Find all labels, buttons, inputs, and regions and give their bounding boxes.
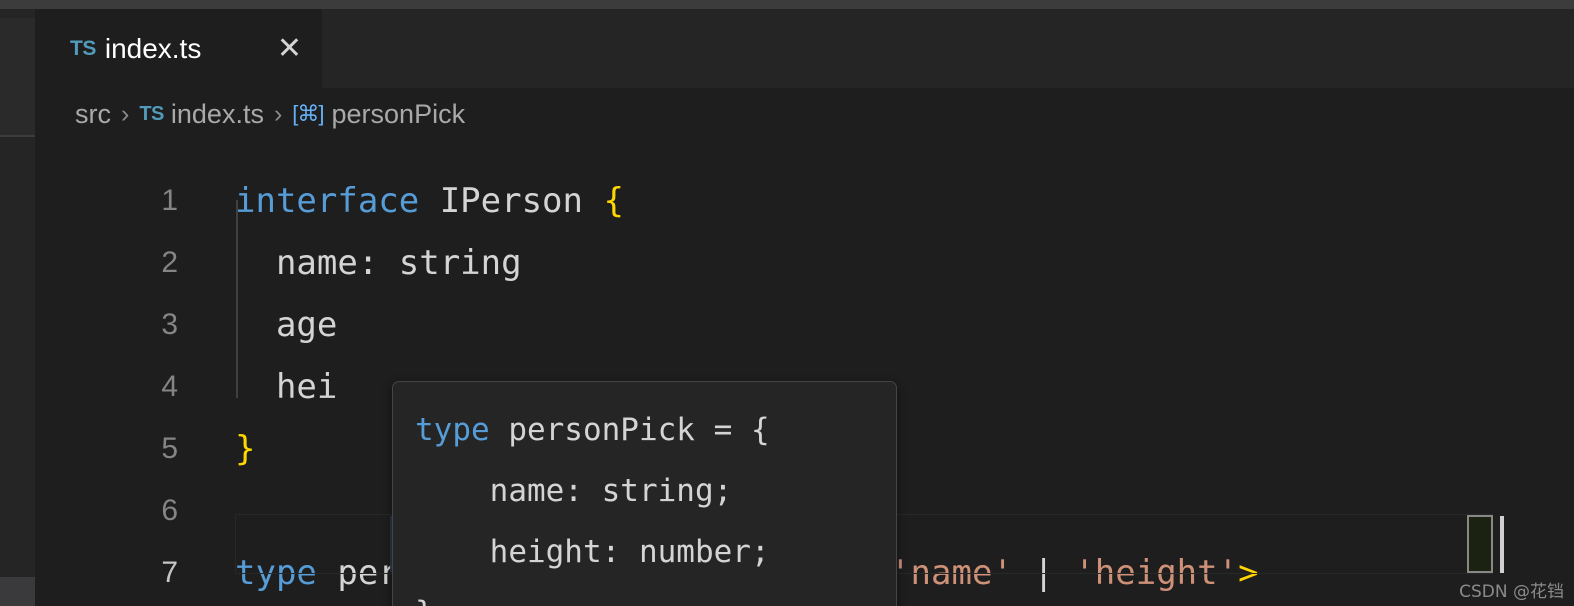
indent-guide — [236, 200, 238, 398]
activity-bar[interactable] — [0, 9, 35, 606]
typescript-file-icon: TS — [139, 102, 164, 125]
code-token: age — [235, 305, 338, 345]
chevron-right-icon: › — [121, 99, 130, 128]
line-number: 4 — [161, 370, 178, 403]
close-icon[interactable]: ✕ — [277, 33, 302, 64]
code-editor[interactable]: 1 interface IPerson {2 name: string 3 age 4… — [35, 140, 1574, 606]
text-caret — [1500, 516, 1504, 573]
tab-index-ts[interactable]: TS index.ts ✕ — [35, 9, 322, 88]
hover-tooltip-line: type personPick = { — [415, 400, 896, 461]
code-token: interface — [235, 181, 440, 221]
breadcrumb-symbol-label: personPick — [331, 98, 466, 129]
line-content: hei — [235, 367, 337, 407]
line-content: } — [235, 429, 255, 469]
type-symbol-icon: [⌘] — [292, 101, 324, 126]
watermark: CSDN @花铛 — [1459, 582, 1564, 602]
line-number: 2 — [161, 246, 178, 279]
line-number: 7 — [161, 556, 178, 589]
activity-bar-upper-region — [0, 18, 35, 135]
line-number: 5 — [161, 432, 178, 465]
code-token: personPick = { — [489, 412, 770, 448]
code-token: } — [235, 429, 256, 469]
code-token: { — [603, 181, 624, 221]
code-token: IPerson — [439, 181, 604, 221]
line-content: interface IPerson { — [235, 181, 624, 221]
code-token: 'name' — [890, 553, 1013, 593]
code-token: name: string — [235, 243, 522, 283]
code-token: hei — [235, 367, 338, 407]
breadcrumb-item-file[interactable]: TS index.ts — [139, 99, 264, 130]
tab-label: index.ts — [104, 32, 202, 64]
hover-tooltip-line: name: string; — [415, 473, 733, 509]
line-number: 1 — [161, 184, 178, 217]
code-token: type — [415, 412, 490, 448]
breadcrumb-item-symbol[interactable]: [⌘] personPick — [292, 99, 465, 130]
code-token: | — [1012, 553, 1075, 593]
vscode-window: TS index.ts ✕ src › TS index.ts › [⌘] pe… — [0, 0, 1574, 606]
code-token: > — [1238, 553, 1259, 593]
code-line[interactable]: 3 age — [35, 294, 1574, 356]
breadcrumb: src › TS index.ts › [⌘] personPick — [35, 88, 1574, 140]
code-line[interactable]: 2 name: string — [35, 232, 1574, 294]
code-line[interactable]: 1 interface IPerson { — [35, 170, 1574, 232]
breadcrumb-file-label: index.ts — [170, 98, 264, 129]
code-token: type — [235, 553, 338, 593]
hover-tooltip-line: } — [415, 583, 896, 606]
line-number: 6 — [161, 494, 178, 527]
typescript-file-icon: TS — [70, 36, 96, 60]
chevron-right-icon: › — [273, 99, 283, 128]
hover-tooltip-line: height: number; — [415, 534, 770, 570]
line-number: 3 — [161, 308, 178, 341]
activity-bar-bottom-region — [0, 577, 35, 606]
hover-tooltip: type personPick = { name: string; height… — [392, 381, 897, 606]
activity-bar-divider — [0, 135, 35, 137]
breadcrumb-item-src[interactable]: src — [75, 99, 111, 130]
line-content: name: string — [235, 243, 522, 283]
bracket-match-close — [1467, 515, 1493, 573]
line-content: age — [235, 305, 337, 345]
code-token: 'height' — [1074, 553, 1239, 593]
title-bar — [0, 0, 1574, 9]
